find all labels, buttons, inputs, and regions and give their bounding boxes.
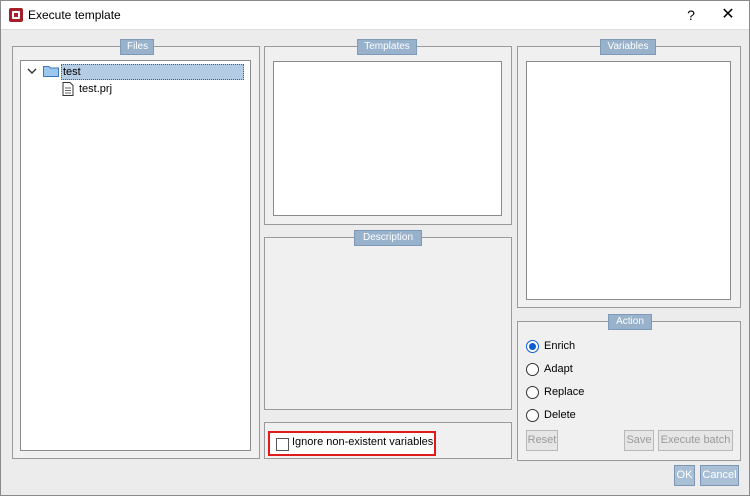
action-legend: Action bbox=[608, 314, 652, 330]
tree-item-test[interactable]: test bbox=[21, 64, 250, 80]
radio-button[interactable] bbox=[526, 386, 539, 399]
templates-legend: Templates bbox=[357, 39, 417, 55]
action-group: Action Enrich Adapt Replace Delete Reset… bbox=[517, 314, 741, 461]
ignore-variables-label[interactable]: Ignore non-existent variables bbox=[292, 436, 433, 448]
files-tree[interactable]: test test.prj bbox=[20, 60, 251, 451]
radio-button[interactable] bbox=[526, 409, 539, 422]
folder-icon bbox=[43, 66, 59, 77]
templates-list[interactable] bbox=[273, 61, 502, 216]
radio-label: Replace bbox=[544, 386, 585, 398]
save-button[interactable]: Save bbox=[624, 430, 654, 451]
radio-button[interactable] bbox=[526, 340, 539, 353]
app-icon bbox=[9, 8, 23, 22]
radio-label: Delete bbox=[544, 409, 576, 421]
radio-label: Adapt bbox=[544, 363, 573, 375]
files-group: Files test test.prj bbox=[12, 39, 260, 459]
window-title: Execute template bbox=[28, 8, 121, 22]
radio-label: Enrich bbox=[544, 340, 576, 352]
cancel-button[interactable]: Cancel bbox=[700, 465, 739, 486]
execute-batch-button[interactable]: Execute batch bbox=[658, 430, 733, 451]
tree-item-test-prj[interactable]: test.prj bbox=[21, 81, 250, 97]
radio-button[interactable] bbox=[526, 363, 539, 376]
reset-button[interactable]: Reset bbox=[526, 430, 558, 451]
tree-item-label: test bbox=[63, 66, 81, 78]
variables-legend: Variables bbox=[600, 39, 656, 55]
files-legend: Files bbox=[120, 39, 154, 55]
help-button[interactable]: ? bbox=[681, 5, 701, 25]
templates-group: Templates bbox=[264, 39, 512, 225]
title-bar: Execute template ? ✕ bbox=[1, 1, 749, 30]
ok-button[interactable]: OK bbox=[674, 465, 695, 486]
variables-list[interactable] bbox=[526, 61, 731, 300]
ignore-variables-checkbox-row[interactable]: Ignore non-existent variables bbox=[268, 431, 436, 456]
chevron-down-icon[interactable] bbox=[27, 66, 37, 76]
document-icon bbox=[62, 82, 74, 96]
options-group: Ignore non-existent variables bbox=[264, 422, 512, 459]
close-button[interactable]: ✕ bbox=[717, 5, 739, 25]
radio-replace[interactable]: Replace bbox=[526, 384, 606, 400]
radio-adapt[interactable]: Adapt bbox=[526, 361, 606, 377]
radio-delete[interactable]: Delete bbox=[526, 407, 606, 423]
description-legend: Description bbox=[354, 230, 422, 246]
tree-selection bbox=[61, 64, 244, 80]
radio-enrich[interactable]: Enrich bbox=[526, 338, 606, 354]
tree-item-label: test.prj bbox=[79, 83, 113, 95]
variables-group: Variables bbox=[517, 39, 741, 308]
description-group: Description bbox=[264, 230, 512, 410]
ignore-variables-checkbox[interactable] bbox=[276, 438, 289, 451]
execute-template-dialog: Execute template ? ✕ Files test test.prj… bbox=[0, 0, 750, 496]
